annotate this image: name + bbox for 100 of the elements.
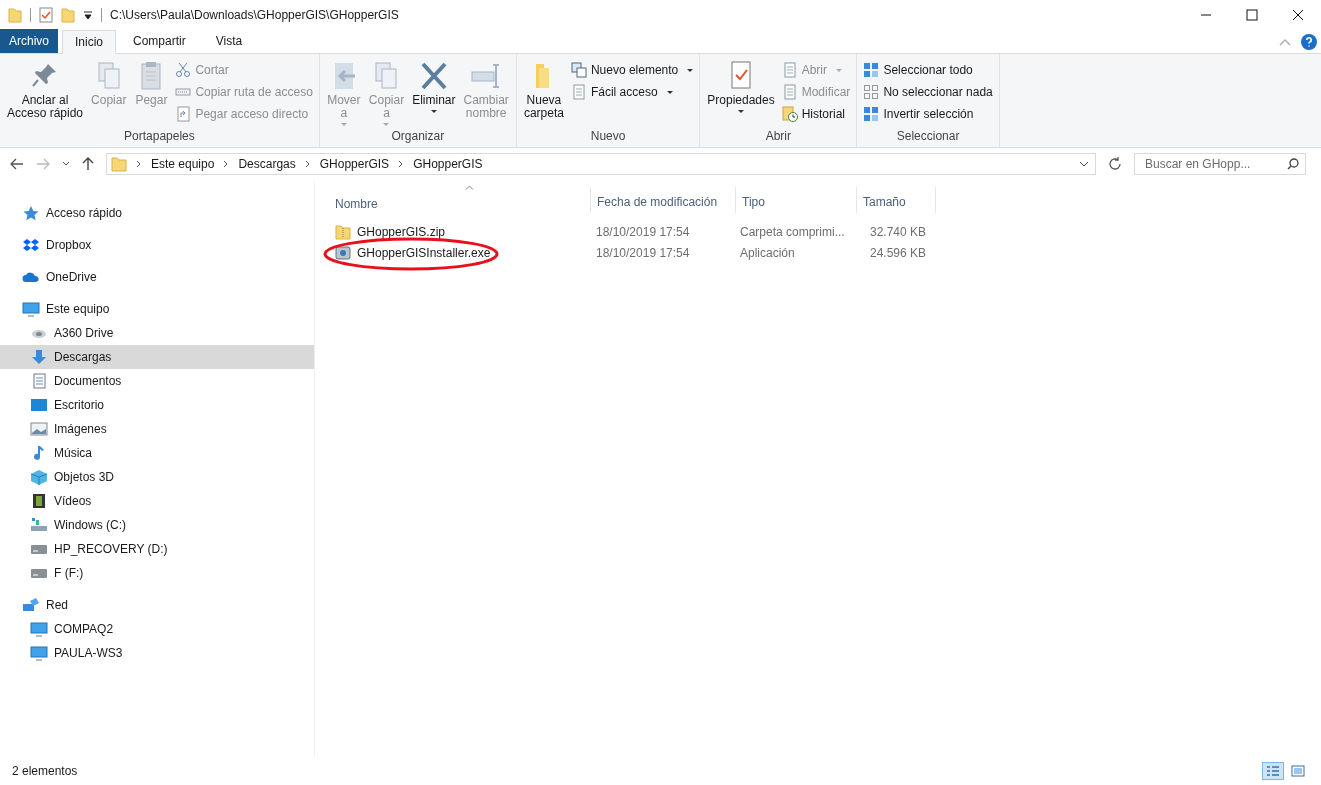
- document-icon: [781, 84, 798, 100]
- sidebar-item[interactable]: Vídeos: [0, 489, 314, 513]
- properties-icon[interactable]: [39, 7, 53, 23]
- network-icon: [22, 597, 40, 613]
- maximize-icon[interactable]: [1246, 9, 1258, 21]
- refresh-icon[interactable]: [1108, 157, 1122, 171]
- ribbon-group-label: Organizar: [390, 129, 446, 145]
- date-cell-text: 18/10/2019 17:54: [595, 245, 691, 260]
- item-count: 2 elementos: [12, 764, 78, 778]
- sidebar-item[interactable]: Windows (C:): [0, 513, 314, 537]
- ribbon-button[interactable]: Nuevo elemento: [570, 60, 694, 80]
- folder-icon: [111, 156, 127, 172]
- sidebar-item[interactable]: Red: [0, 593, 314, 617]
- search-field[interactable]: Buscar en GHopp...: [1134, 153, 1306, 175]
- ribbon-tab[interactable]: Compartir: [120, 29, 199, 53]
- disk-icon: [30, 517, 48, 533]
- breadcrumb[interactable]: Descargas: [238, 157, 296, 171]
- history-icon: [781, 106, 798, 122]
- breadcrumb[interactable]: GHopperGIS: [319, 157, 390, 171]
- size-cell-text: 32.740 KB: [868, 224, 927, 239]
- monitor-icon: [30, 621, 48, 637]
- sidebar-item[interactable]: OneDrive: [0, 265, 314, 289]
- sidebar-item[interactable]: Escritorio: [0, 393, 314, 417]
- ribbon-button[interactable]: Invertir selección: [863, 104, 993, 124]
- monitor-icon: [22, 301, 40, 317]
- desktop-icon: [30, 397, 48, 413]
- sidebar-item[interactable]: Descargas: [0, 345, 314, 369]
- ribbon-button[interactable]: Nueva carpeta: [520, 58, 567, 129]
- sort-ascending-icon: [465, 185, 474, 190]
- column-header[interactable]: Tipo: [736, 187, 857, 213]
- recent-dropdown-icon[interactable]: [62, 161, 70, 167]
- ribbon-group-label: Nuevo: [589, 129, 627, 145]
- ribbon-button[interactable]: Seleccionar todo: [863, 60, 993, 80]
- shortcut-icon: [175, 106, 192, 122]
- chevron-icon[interactable]: [398, 160, 405, 168]
- document-icon: [30, 373, 48, 389]
- back-icon[interactable]: [10, 158, 24, 170]
- sidebar-item[interactable]: Este equipo: [0, 297, 314, 321]
- sidebar-item[interactable]: F (F:): [0, 561, 314, 585]
- empty-grid-icon: [863, 84, 880, 100]
- file-name[interactable]: GHopperGIS.zip: [357, 224, 446, 239]
- ribbon-button[interactable]: No seleccionar nada: [863, 82, 993, 102]
- scissors-icon: [175, 62, 192, 78]
- column-header[interactable]: Fecha de modificación: [591, 187, 736, 213]
- dropdown-icon[interactable]: [83, 10, 93, 20]
- help-icon[interactable]: [1301, 33, 1317, 50]
- sidebar-item[interactable]: PAULA-WS3: [0, 641, 314, 665]
- sidebar-item[interactable]: HP_RECOVERY (D:): [0, 537, 314, 561]
- ribbon-button[interactable]: Historial: [781, 104, 851, 124]
- star-icon: [22, 205, 40, 221]
- document-icon: [781, 62, 798, 78]
- window-title: C:\Users\Paula\Downloads\GHopperGIS\GHopperGIS: [110, 8, 399, 22]
- breadcrumb[interactable]: Este equipo: [151, 157, 215, 171]
- sidebar-item[interactable]: Documentos: [0, 369, 314, 393]
- sidebar-item[interactable]: Acceso rápido: [0, 201, 314, 225]
- ribbon-button[interactable]: Propiedades: [704, 58, 778, 129]
- film-icon: [30, 493, 48, 509]
- download-icon: [30, 349, 48, 365]
- size-cell-text: 24.596 KB: [868, 245, 927, 260]
- file-icon: [335, 244, 351, 261]
- sidebar-item[interactable]: Objetos 3D: [0, 465, 314, 489]
- search-icon: [1287, 158, 1299, 170]
- up-icon[interactable]: [82, 157, 94, 171]
- sidebar-item[interactable]: Dropbox: [0, 233, 314, 257]
- chevron-icon[interactable]: [136, 160, 142, 168]
- ribbon-tab[interactable]: Archivo: [0, 29, 58, 53]
- chevron-icon[interactable]: [223, 160, 230, 168]
- ribbon-button[interactable]: Eliminar: [409, 58, 459, 129]
- sidebar-item[interactable]: Imágenes: [0, 417, 314, 441]
- sidebar-item[interactable]: A360 Drive: [0, 321, 314, 345]
- list-icon: [1266, 765, 1280, 777]
- address-bar[interactable]: Este equipo Descargas GHopperGIS GHopperGIS: [106, 153, 1096, 175]
- column-header[interactable]: Tamaño: [857, 187, 936, 213]
- thumbnail-icon: [1291, 765, 1305, 777]
- column-header[interactable]: Nombre: [329, 187, 591, 213]
- ribbon-tab[interactable]: Inicio: [62, 30, 117, 54]
- close-icon[interactable]: [1292, 9, 1304, 21]
- document-icon: [570, 84, 587, 100]
- grid-icon: [863, 106, 880, 122]
- ribbon-group-label: Seleccionar: [895, 129, 961, 145]
- ribbon-button[interactable]: Anclar al Acceso rápido: [4, 58, 87, 129]
- chevron-icon[interactable]: [304, 160, 311, 168]
- sidebar-item[interactable]: Música: [0, 441, 314, 465]
- dropbox-icon: [22, 237, 40, 253]
- file-icon: [335, 223, 351, 240]
- date-cell-text: 18/10/2019 17:54: [595, 224, 691, 239]
- grid-icon: [863, 62, 880, 78]
- type-cell-text: Carpeta comprimi...: [739, 224, 846, 239]
- new-item-icon: [570, 62, 587, 78]
- type-cell-text: Aplicación: [739, 245, 796, 260]
- cube-icon: [30, 469, 48, 485]
- ribbon-tab[interactable]: Vista: [202, 29, 256, 53]
- monitor-icon: [30, 645, 48, 661]
- dropdown-icon[interactable]: [1079, 161, 1089, 167]
- ribbon-group-label: Abrir: [764, 129, 792, 145]
- details-view-button[interactable]: [1262, 762, 1284, 780]
- breadcrumb[interactable]: GHopperGIS: [413, 157, 483, 171]
- sidebar-item[interactable]: COMPAQ2: [0, 617, 314, 641]
- ribbon-button[interactable]: Fácil acceso: [570, 82, 694, 102]
- image-icon: [30, 421, 48, 437]
